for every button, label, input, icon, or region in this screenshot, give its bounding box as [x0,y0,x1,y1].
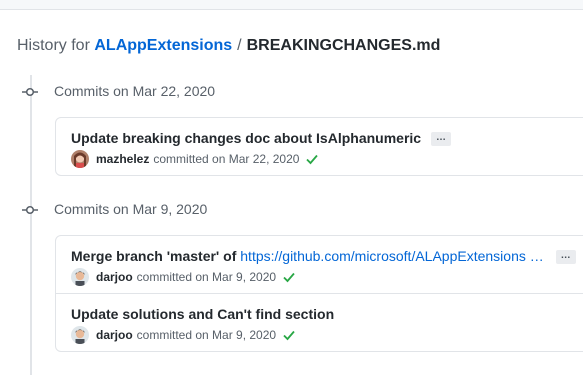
timeline-line [30,75,32,375]
commit-group-date: Commits on Mar 22, 2020 [54,83,216,99]
commit-title[interactable]: Merge branch 'master' of [71,248,236,264]
commit-meta: darjoo committed on Mar 9, 2020 [71,268,296,286]
commit-title[interactable]: Update breaking changes doc about IsAlph… [71,130,421,146]
commit-title[interactable]: Update solutions and Can't find section [71,306,334,322]
commit-meta: mazhelez committed on Mar 22, 2020 [71,150,319,168]
repo-link[interactable]: ALAppExtensions [94,37,232,54]
committed-date: committed on Mar 22, 2020 [153,152,300,166]
commit-link[interactable]: https://github.com/microsoft/ALAppExtens… [240,248,543,264]
commit-node-icon [22,87,38,97]
avatar[interactable] [71,326,89,344]
commit-list: Update breaking changes doc about IsAlph… [55,117,583,176]
author-link[interactable]: mazhelez [96,152,149,166]
check-icon[interactable] [282,328,296,342]
commit-row[interactable]: Merge branch 'master' of https://github.… [56,236,583,293]
top-bar [0,0,583,10]
author-link[interactable]: darjoo [96,328,133,342]
commit-message[interactable]: Merge branch 'master' of https://github.… [71,248,576,265]
avatar[interactable] [71,268,89,286]
commit-message[interactable]: Update solutions and Can't find section [71,306,334,322]
commit-row[interactable]: Update solutions and Can't find section … [56,293,583,351]
path-separator: / [237,37,242,54]
commit-row[interactable]: Update breaking changes doc about IsAlph… [56,118,583,175]
commit-node-icon [22,205,38,215]
commit-list: Merge branch 'master' of https://github.… [55,235,583,352]
check-icon[interactable] [282,270,296,284]
commit-meta: darjoo committed on Mar 9, 2020 [71,326,296,344]
check-icon[interactable] [305,152,319,166]
history-prefix: History for [17,37,90,54]
avatar[interactable] [71,150,89,168]
file-name: BREAKINGCHANGES.md [246,37,441,54]
committed-date: committed on Mar 9, 2020 [136,328,277,342]
commit-message[interactable]: Update breaking changes doc about IsAlph… [71,130,451,147]
expand-ellipsis-button[interactable]: … [555,250,576,265]
commit-group-date: Commits on Mar 9, 2020 [54,201,208,217]
page-title: History for ALAppExtensions / BREAKINGCHAN… [17,37,440,55]
committed-date: committed on Mar 9, 2020 [136,270,277,284]
expand-ellipsis-button[interactable]: … [430,132,451,147]
author-link[interactable]: darjoo [96,270,133,284]
